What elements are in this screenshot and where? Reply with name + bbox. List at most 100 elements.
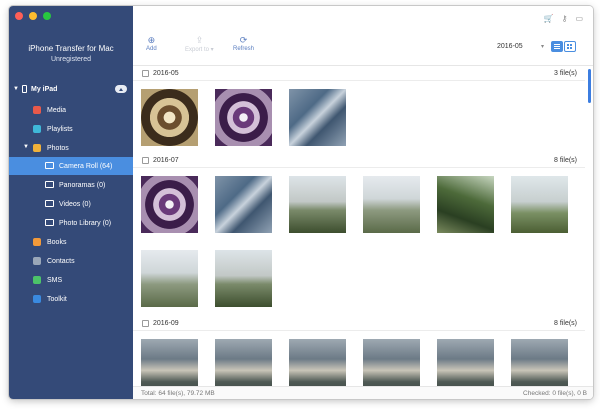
tablet-icon <box>22 85 27 93</box>
grid-view-toggle[interactable] <box>564 41 576 52</box>
photo-thumbnail[interactable] <box>141 339 198 386</box>
folder-icon <box>45 219 54 226</box>
photo-thumbnail[interactable] <box>363 339 420 386</box>
main-panel: 🛒 ⚷ ▭ ⊕ Add ⇪ Export to ▾ ⟳ Refresh 2016… <box>133 6 593 399</box>
photo-thumbnail[interactable] <box>511 176 568 233</box>
sidebar-item-photo-library[interactable]: Photo Library (0) <box>9 214 133 232</box>
photo-thumbnail[interactable] <box>437 339 494 386</box>
disclosure-down-icon[interactable]: ▼ <box>13 86 19 92</box>
zoom-button[interactable] <box>43 12 51 20</box>
sidebar-item-contacts[interactable]: Contacts <box>9 252 133 270</box>
export-label: Export to <box>185 47 210 53</box>
group-checkbox[interactable] <box>142 70 149 77</box>
group-count: 8 file(s) <box>554 157 577 164</box>
device-label: My iPad <box>31 85 58 93</box>
folder-icon <box>45 181 54 188</box>
list-icon <box>554 44 560 45</box>
playlist-icon <box>33 125 41 133</box>
sidebar-item-videos[interactable]: Videos (0) <box>9 195 133 213</box>
photo-list: 2016-05 3 file(s) 2016-07 8 file(s) 2016… <box>133 67 593 386</box>
eject-icon[interactable] <box>115 85 127 93</box>
export-button[interactable]: ⇪ Export to ▾ <box>185 35 214 53</box>
photo-thumbnail[interactable] <box>289 89 346 146</box>
sidebar-item-label: Contacts <box>47 258 75 265</box>
export-icon: ⇪ <box>195 35 204 45</box>
cart-icon[interactable]: 🛒 <box>544 14 554 23</box>
sidebar-item-camera-roll[interactable]: Camera Roll (64) <box>9 157 133 175</box>
disclosure-down-icon[interactable]: ▼ <box>23 144 29 150</box>
sidebar-item-toolkit[interactable]: Toolkit <box>9 290 133 308</box>
minimize-button[interactable] <box>29 12 37 20</box>
photos-icon <box>33 144 41 152</box>
registration-status: Unregistered <box>50 56 92 63</box>
photo-thumbnail[interactable] <box>215 176 272 233</box>
add-button[interactable]: ⊕ Add <box>146 35 157 52</box>
sidebar-item-playlists[interactable]: Playlists <box>9 120 133 138</box>
sidebar-item-media[interactable]: Media <box>9 101 133 119</box>
sidebar-item-label: SMS <box>47 277 63 284</box>
group-checkbox[interactable] <box>142 320 149 327</box>
sidebar-item-label: Videos (0) <box>59 201 91 208</box>
photo-thumbnail[interactable] <box>289 176 346 233</box>
sidebar-item-photos[interactable]: ▼ Photos <box>9 139 133 157</box>
date-filter-value: 2016-05 <box>497 43 523 50</box>
status-bar: Total: 64 file(s), 79.72 MB Checked: 0 f… <box>133 386 593 399</box>
group-header: 2016-09 8 file(s) <box>133 317 585 331</box>
grid-icon <box>567 44 569 46</box>
app-title: iPhone Transfer for Mac <box>28 44 114 53</box>
photo-thumbnail[interactable] <box>437 176 494 233</box>
header-icons: 🛒 ⚷ ▭ <box>544 14 583 23</box>
close-button[interactable] <box>15 12 23 20</box>
refresh-icon: ⟳ <box>239 35 248 45</box>
sidebar-item-label: Panoramas (0) <box>59 182 106 189</box>
sidebar-item-panoramas[interactable]: Panoramas (0) <box>9 176 133 194</box>
sidebar: iPhone Transfer for Mac Unregistered ▼ M… <box>9 6 133 399</box>
total-summary: Total: 64 file(s), 79.72 MB <box>141 390 215 397</box>
date-filter-select[interactable]: 2016-05 ▾ <box>497 41 547 53</box>
folder-icon <box>45 162 54 169</box>
sidebar-item-label: Playlists <box>47 126 73 133</box>
sidebar-item-sms[interactable]: SMS <box>9 271 133 289</box>
photo-thumbnail[interactable] <box>141 176 198 233</box>
app-window: iPhone Transfer for Mac Unregistered ▼ M… <box>9 6 593 399</box>
group-count: 8 file(s) <box>554 320 577 327</box>
photo-thumbnail[interactable] <box>215 250 272 307</box>
chat-icon[interactable]: ▭ <box>575 14 583 23</box>
contacts-icon <box>33 257 41 265</box>
scrollbar[interactable] <box>588 69 591 103</box>
checked-summary: Checked: 0 file(s), 0 B <box>523 390 587 397</box>
photo-thumbnail[interactable] <box>511 339 568 386</box>
photo-thumbnail[interactable] <box>141 89 198 146</box>
refresh-button[interactable]: ⟳ Refresh <box>233 35 254 52</box>
group-checkbox[interactable] <box>142 157 149 164</box>
folder-icon <box>45 200 54 207</box>
group-header: 2016-05 3 file(s) <box>133 67 585 81</box>
chevron-down-icon: ▾ <box>540 44 544 50</box>
photo-thumbnail[interactable] <box>363 176 420 233</box>
photo-thumbnail[interactable] <box>289 339 346 386</box>
media-icon <box>33 106 41 114</box>
sidebar-item-label: Camera Roll (64) <box>59 163 113 170</box>
group-date: 2016-05 <box>153 70 179 77</box>
dropdown-caret-icon: ▾ <box>209 47 214 53</box>
key-icon[interactable]: ⚷ <box>562 14 568 23</box>
books-icon <box>33 238 41 246</box>
sms-icon <box>33 276 41 284</box>
group-date: 2016-07 <box>153 157 179 164</box>
plus-icon: ⊕ <box>147 35 156 45</box>
list-view-toggle[interactable] <box>551 41 563 52</box>
refresh-label: Refresh <box>233 46 255 52</box>
sidebar-item-label: Photo Library (0) <box>59 220 112 227</box>
group-count: 3 file(s) <box>554 70 577 77</box>
sidebar-item-label: Toolkit <box>47 296 67 303</box>
toolbar: ⊕ Add ⇪ Export to ▾ ⟳ Refresh 2016-05 ▾ <box>133 32 593 66</box>
sidebar-item-label: Media <box>47 107 67 114</box>
sidebar-item-books[interactable]: Books <box>9 233 133 251</box>
device-item[interactable]: ▼ My iPad <box>9 82 133 96</box>
photo-thumbnail[interactable] <box>215 89 272 146</box>
photo-thumbnail[interactable] <box>141 250 198 307</box>
group-date: 2016-09 <box>153 320 179 327</box>
photo-thumbnail[interactable] <box>215 339 272 386</box>
add-label: Add <box>146 46 157 52</box>
group-header: 2016-07 8 file(s) <box>133 154 585 168</box>
